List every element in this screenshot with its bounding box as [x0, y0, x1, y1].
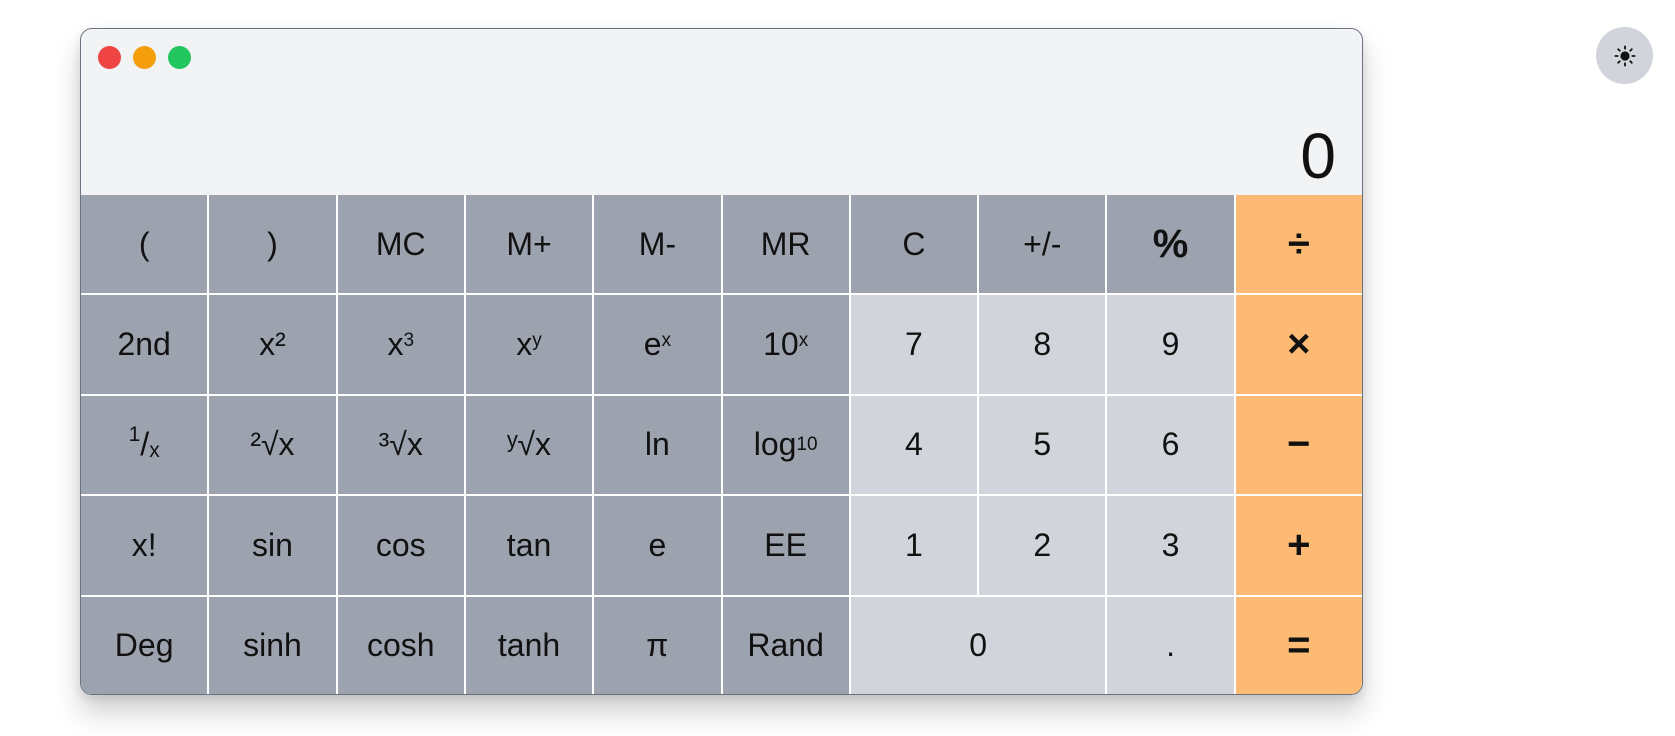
calculator-display: 0 — [81, 87, 1362, 195]
square-root-key[interactable]: ²√x — [209, 395, 336, 495]
tan-key[interactable]: tan — [465, 496, 593, 595]
digit-2-key[interactable]: 2 — [979, 496, 1106, 595]
y-root-key[interactable]: ʸ√x — [465, 395, 593, 495]
factorial-key[interactable]: x! — [81, 496, 208, 595]
theme-toggle-button[interactable] — [1596, 27, 1653, 84]
keypad: ( ) MC M+ M- MR C +/- % ÷ 2nd x² x3 xy e… — [81, 195, 1362, 694]
sinh-key[interactable]: sinh — [209, 596, 336, 694]
digit-0-key[interactable]: 0 — [850, 596, 1106, 694]
zoom-window-button[interactable] — [168, 46, 191, 69]
digit-3-key[interactable]: 3 — [1107, 496, 1234, 595]
cube-key-base: x — [387, 326, 404, 363]
cube-key-exponent: 3 — [403, 329, 415, 351]
sin-key[interactable]: sin — [209, 496, 336, 595]
reciprocal-numerator: 1 — [128, 422, 141, 446]
equals-key[interactable]: = — [1235, 596, 1362, 694]
second-function-key[interactable]: 2nd — [81, 295, 208, 394]
percent-key[interactable]: % — [1107, 195, 1234, 294]
digit-8-key[interactable]: 8 — [979, 295, 1106, 394]
exp-key-exponent: x — [661, 329, 671, 351]
ee-key[interactable]: EE — [722, 496, 849, 595]
log10-key[interactable]: log 10 — [722, 395, 849, 495]
ten-power-key-exponent: x — [798, 329, 809, 351]
title-bar — [81, 29, 1362, 87]
memory-recall-key[interactable]: MR — [722, 195, 849, 294]
digit-1-key[interactable]: 1 — [850, 496, 978, 595]
sun-icon — [1613, 44, 1636, 67]
close-paren-key[interactable]: ) — [209, 195, 336, 294]
ten-power-key-base: 10 — [763, 326, 799, 363]
degree-mode-key[interactable]: Deg — [81, 596, 208, 694]
euler-key[interactable]: e — [594, 496, 721, 595]
digit-7-key[interactable]: 7 — [850, 295, 978, 394]
calculator-window: 0 ( ) MC M+ M- MR C +/- % ÷ 2nd x² x3 xy… — [80, 28, 1363, 695]
reciprocal-slash: / — [140, 426, 150, 463]
log10-key-base: log — [753, 426, 797, 463]
power-key[interactable]: xy — [465, 295, 593, 394]
memory-clear-key[interactable]: MC — [337, 195, 464, 294]
reciprocal-denominator: x — [149, 438, 160, 462]
cos-key[interactable]: cos — [337, 496, 464, 595]
square-key[interactable]: x² — [209, 295, 336, 394]
add-key[interactable]: + — [1235, 496, 1362, 595]
cube-key[interactable]: x3 — [337, 295, 464, 394]
divide-key[interactable]: ÷ — [1235, 195, 1362, 294]
subtract-key[interactable]: − — [1235, 395, 1362, 495]
minimize-window-button[interactable] — [133, 46, 156, 69]
digit-5-key[interactable]: 5 — [979, 395, 1106, 495]
exp-key-base: e — [643, 326, 662, 363]
cosh-key[interactable]: cosh — [337, 596, 464, 694]
exp-key[interactable]: ex — [594, 295, 721, 394]
power-key-base: x — [516, 326, 533, 363]
decimal-key[interactable]: . — [1107, 596, 1234, 694]
cube-root-key[interactable]: ³√x — [337, 395, 464, 495]
clear-key[interactable]: C — [850, 195, 978, 294]
display-value: 0 — [1300, 120, 1336, 192]
log10-key-subscript: 10 — [796, 433, 818, 455]
pi-key[interactable]: π — [594, 596, 721, 694]
reciprocal-key[interactable]: 1/x — [81, 395, 208, 495]
power-key-exponent: y — [532, 329, 542, 351]
digit-6-key[interactable]: 6 — [1107, 395, 1234, 495]
tanh-key[interactable]: tanh — [465, 596, 593, 694]
memory-add-key[interactable]: M+ — [465, 195, 593, 294]
memory-subtract-key[interactable]: M- — [594, 195, 721, 294]
digit-4-key[interactable]: 4 — [850, 395, 978, 495]
multiply-key[interactable]: × — [1235, 295, 1362, 394]
close-window-button[interactable] — [98, 46, 121, 69]
natural-log-key[interactable]: ln — [594, 395, 721, 495]
random-key[interactable]: Rand — [722, 596, 849, 694]
open-paren-key[interactable]: ( — [81, 195, 208, 294]
ten-power-key[interactable]: 10 x — [722, 295, 849, 394]
digit-9-key[interactable]: 9 — [1107, 295, 1234, 394]
plus-minus-key[interactable]: +/- — [979, 195, 1106, 294]
